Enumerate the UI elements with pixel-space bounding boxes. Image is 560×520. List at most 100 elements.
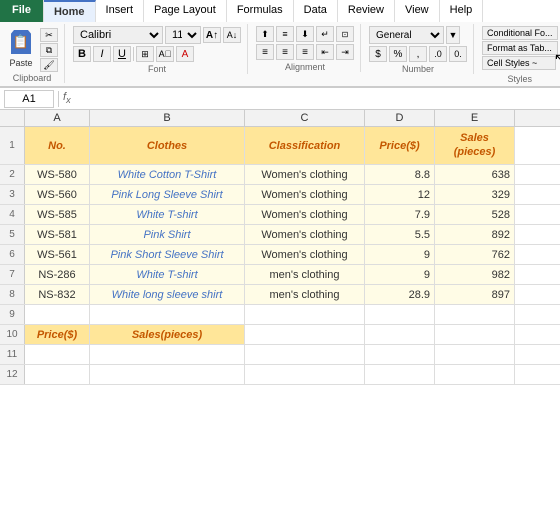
decimal-increase-button[interactable]: .0 bbox=[429, 46, 447, 62]
cell-e12[interactable] bbox=[435, 365, 515, 384]
cell-d1[interactable]: Price($) bbox=[365, 127, 435, 164]
cell-b6[interactable]: Pink Short Sleeve Shirt bbox=[90, 245, 245, 264]
tab-formulas[interactable]: Formulas bbox=[227, 0, 294, 22]
tab-review[interactable]: Review bbox=[338, 0, 395, 22]
cell-c1[interactable]: Classification bbox=[245, 127, 365, 164]
align-left-button[interactable]: ≡ bbox=[256, 44, 274, 60]
align-right-button[interactable]: ≡ bbox=[296, 44, 314, 60]
cell-a9[interactable] bbox=[25, 305, 90, 324]
number-format-more[interactable]: ▼ bbox=[446, 26, 460, 44]
cell-a1[interactable]: No. bbox=[25, 127, 90, 164]
cell-d6[interactable]: 9 bbox=[365, 245, 435, 264]
number-format-select[interactable]: General bbox=[369, 26, 444, 44]
cell-d5[interactable]: 5.5 bbox=[365, 225, 435, 244]
font-size-select[interactable]: 11 bbox=[165, 26, 201, 44]
cell-c10[interactable] bbox=[245, 325, 365, 344]
paste-button[interactable]: 📋 Paste bbox=[6, 26, 36, 68]
cell-a6[interactable]: WS-561 bbox=[25, 245, 90, 264]
cell-b8[interactable]: White long sleeve shirt bbox=[90, 285, 245, 304]
tab-view[interactable]: View bbox=[395, 0, 440, 22]
cell-d8[interactable]: 28.9 bbox=[365, 285, 435, 304]
cell-e10[interactable] bbox=[435, 325, 515, 344]
cell-d9[interactable] bbox=[365, 305, 435, 324]
cell-c12[interactable] bbox=[245, 365, 365, 384]
cell-b12[interactable] bbox=[90, 365, 245, 384]
percent-button[interactable]: $ bbox=[369, 46, 387, 62]
cell-c8[interactable]: men's clothing bbox=[245, 285, 365, 304]
merge-button[interactable]: ⊡ bbox=[336, 26, 354, 42]
indent-decrease-button[interactable]: ⇤ bbox=[316, 44, 334, 60]
tab-help[interactable]: Help bbox=[440, 0, 484, 22]
cell-a7[interactable]: NS-286 bbox=[25, 265, 90, 284]
cell-d4[interactable]: 7.9 bbox=[365, 205, 435, 224]
tab-page-layout[interactable]: Page Layout bbox=[144, 0, 227, 22]
cell-d2[interactable]: 8.8 bbox=[365, 165, 435, 184]
cell-c5[interactable]: Women's clothing bbox=[245, 225, 365, 244]
cell-b11[interactable] bbox=[90, 345, 245, 364]
align-bottom-button[interactable]: ⬇ bbox=[296, 26, 314, 42]
fill-color-button[interactable]: A⃝ bbox=[156, 46, 174, 62]
underline-button[interactable]: U bbox=[113, 46, 131, 62]
cell-c6[interactable]: Women's clothing bbox=[245, 245, 365, 264]
font-color-button[interactable]: A bbox=[176, 46, 194, 62]
col-header-c[interactable]: C bbox=[245, 110, 365, 126]
col-header-a[interactable]: A bbox=[25, 110, 90, 126]
cell-c2[interactable]: Women's clothing bbox=[245, 165, 365, 184]
thousands-button[interactable]: , bbox=[409, 46, 427, 62]
cell-a4[interactable]: WS-585 bbox=[25, 205, 90, 224]
cell-e5[interactable]: 892 bbox=[435, 225, 515, 244]
cell-a5[interactable]: WS-581 bbox=[25, 225, 90, 244]
cell-e7[interactable]: 982 bbox=[435, 265, 515, 284]
col-header-b[interactable]: B bbox=[90, 110, 245, 126]
conditional-formatting-button[interactable]: Conditional Fo... bbox=[482, 26, 558, 40]
cell-b10[interactable]: Sales(pieces) bbox=[90, 325, 245, 344]
align-center-button[interactable]: ≡ bbox=[276, 44, 294, 60]
font-name-select[interactable]: Calibri bbox=[73, 26, 163, 44]
cell-e4[interactable]: 528 bbox=[435, 205, 515, 224]
col-header-e[interactable]: E bbox=[435, 110, 515, 126]
tab-insert[interactable]: Insert bbox=[96, 0, 145, 22]
cell-b1[interactable]: Clothes bbox=[90, 127, 245, 164]
cell-b9[interactable] bbox=[90, 305, 245, 324]
cell-d10[interactable] bbox=[365, 325, 435, 344]
wrap-text-button[interactable]: ↵ bbox=[316, 26, 334, 42]
cell-a3[interactable]: WS-560 bbox=[25, 185, 90, 204]
format-as-table-button[interactable]: Format as Tab... bbox=[482, 41, 558, 55]
tab-file[interactable]: File bbox=[0, 0, 44, 22]
col-header-d[interactable]: D bbox=[365, 110, 435, 126]
decrease-font-button[interactable]: A↓ bbox=[223, 27, 241, 43]
decimal-decrease-button[interactable]: 0. bbox=[449, 46, 467, 62]
italic-button[interactable]: I bbox=[93, 46, 111, 62]
cell-b3[interactable]: Pink Long Sleeve Shirt bbox=[90, 185, 245, 204]
cell-b7[interactable]: White T-shirt bbox=[90, 265, 245, 284]
cell-a12[interactable] bbox=[25, 365, 90, 384]
tab-home[interactable]: Home bbox=[44, 0, 96, 22]
cell-d11[interactable] bbox=[365, 345, 435, 364]
align-top-button[interactable]: ⬆ bbox=[256, 26, 274, 42]
cell-a10[interactable]: Price($) bbox=[25, 325, 90, 344]
cell-e3[interactable]: 329 bbox=[435, 185, 515, 204]
cell-b2[interactable]: White Cotton T-Shirt bbox=[90, 165, 245, 184]
currency-button[interactable]: % bbox=[389, 46, 407, 62]
cell-c9[interactable] bbox=[245, 305, 365, 324]
copy-button[interactable]: ⧉ bbox=[40, 43, 58, 57]
cell-c11[interactable] bbox=[245, 345, 365, 364]
border-button[interactable]: ⊞ bbox=[136, 46, 154, 62]
cell-e2[interactable]: 638 bbox=[435, 165, 515, 184]
cell-a8[interactable]: NS-832 bbox=[25, 285, 90, 304]
cell-reference-input[interactable] bbox=[4, 90, 54, 108]
cell-d3[interactable]: 12 bbox=[365, 185, 435, 204]
cell-e11[interactable] bbox=[435, 345, 515, 364]
cell-e6[interactable]: 762 bbox=[435, 245, 515, 264]
cell-c4[interactable]: Women's clothing bbox=[245, 205, 365, 224]
cell-c3[interactable]: Women's clothing bbox=[245, 185, 365, 204]
cell-styles-button[interactable]: Cell Styles ~ bbox=[482, 56, 556, 70]
bold-button[interactable]: B bbox=[73, 46, 91, 62]
cell-e1[interactable]: Sales (pieces) bbox=[435, 127, 515, 164]
cut-button[interactable]: ✂ bbox=[40, 28, 58, 42]
cell-e8[interactable]: 897 bbox=[435, 285, 515, 304]
cell-d12[interactable] bbox=[365, 365, 435, 384]
cell-a2[interactable]: WS-580 bbox=[25, 165, 90, 184]
cell-e9[interactable] bbox=[435, 305, 515, 324]
format-painter-button[interactable]: 🖌 bbox=[40, 58, 58, 72]
